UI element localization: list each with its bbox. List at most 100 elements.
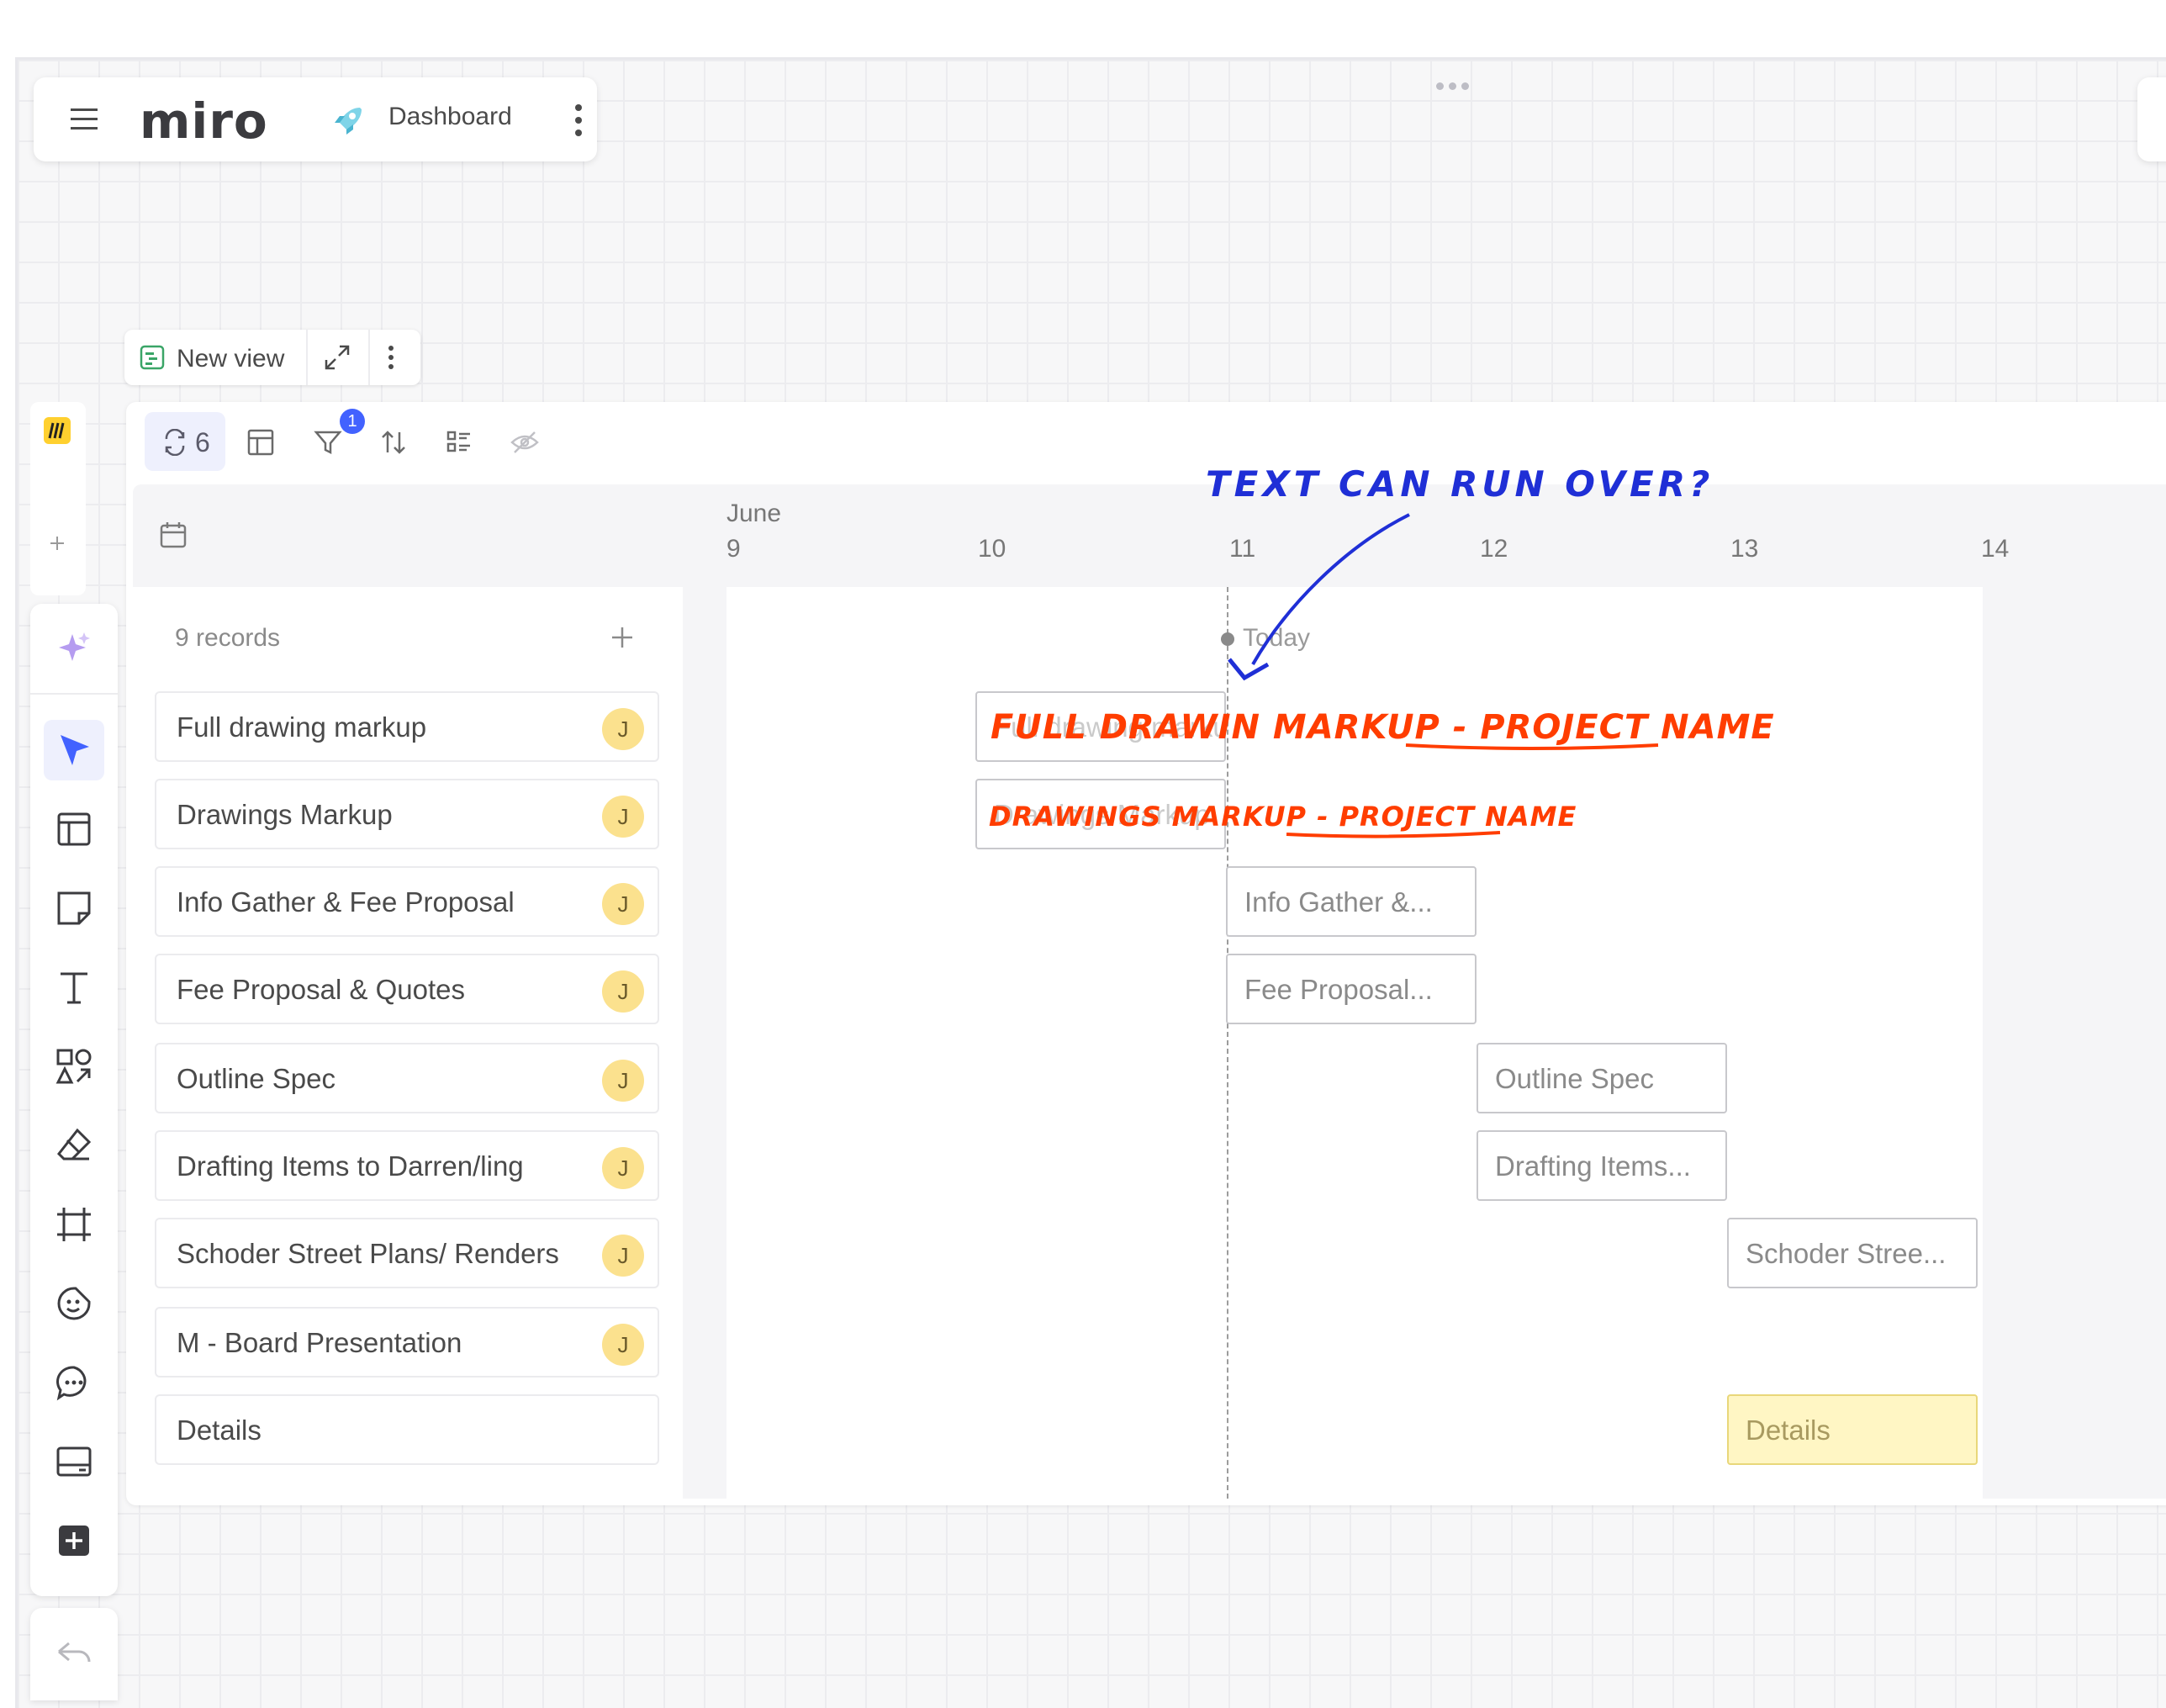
miro-app-icon[interactable]: [42, 415, 72, 446]
bar-label: Schoder Stree...: [1746, 1238, 1947, 1269]
comment-tool[interactable]: [44, 1352, 104, 1413]
board-title[interactable]: Dashboard: [388, 103, 512, 131]
add-record-icon[interactable]: [607, 622, 637, 653]
timeline-bar[interactable]: Details: [1727, 1394, 1978, 1465]
table-tool[interactable]: [44, 799, 104, 859]
avatar[interactable]: J: [602, 1235, 644, 1277]
mini-sidebar: [30, 402, 86, 595]
record-title: Drafting Items to Darren/ling: [177, 1150, 524, 1182]
eraser-icon: [56, 1128, 92, 1161]
view-menu-icon[interactable]: [385, 343, 397, 372]
timeline-bar[interactable]: Schoder Stree...: [1727, 1218, 1978, 1288]
timeline-bar[interactable]: Full drawing markup: [975, 691, 1226, 762]
timeline-bar[interactable]: Info Gather &...: [1226, 866, 1477, 937]
menu-icon[interactable]: [69, 104, 99, 135]
record-row[interactable]: Drawings Markup J: [155, 779, 659, 849]
record-row[interactable]: Info Gather & Fee Proposal J: [155, 866, 659, 937]
avatar[interactable]: J: [602, 883, 644, 925]
timeline-bar[interactable]: Fee Proposal...: [1226, 954, 1477, 1024]
divider: [368, 330, 370, 385]
day-label: 14: [1981, 535, 2010, 563]
timeline-bar[interactable]: Outline Spec: [1477, 1043, 1727, 1113]
today-label: Today: [1243, 624, 1311, 652]
record-row[interactable]: Schoder Street Plans/ Renders J: [155, 1218, 659, 1288]
card-tool[interactable]: [44, 1431, 104, 1492]
card-icon: [56, 1446, 92, 1477]
record-title: Outline Spec: [177, 1063, 335, 1094]
avatar[interactable]: J: [602, 970, 644, 1013]
filter-icon[interactable]: [313, 427, 343, 457]
record-row[interactable]: Outline Spec J: [155, 1043, 659, 1113]
shapes-icon: [55, 1049, 92, 1084]
filter-count-badge: 1: [340, 409, 365, 434]
day-label: 9: [726, 535, 741, 563]
record-title: Schoder Street Plans/ Renders: [177, 1238, 559, 1269]
miro-logo[interactable]: miro: [140, 93, 268, 150]
record-title: M - Board Presentation: [177, 1327, 462, 1358]
record-row[interactable]: Details: [155, 1394, 659, 1465]
comment-icon: [56, 1366, 87, 1401]
plus-square-icon: [59, 1526, 89, 1556]
records-count: 9 records: [175, 624, 281, 652]
timeline-header: [133, 484, 2166, 587]
hide-icon[interactable]: [510, 427, 540, 457]
avatar[interactable]: J: [602, 1060, 644, 1102]
gutter: [683, 587, 726, 1499]
right-top-panel[interactable]: [2137, 77, 2166, 161]
group-by-button[interactable]: 6: [145, 412, 225, 471]
layout-icon[interactable]: [246, 427, 276, 457]
select-tool[interactable]: [44, 720, 104, 780]
undo-icon[interactable]: [54, 1638, 94, 1672]
day-label: 13: [1730, 535, 1759, 563]
timeline-bar[interactable]: Drawings Markup: [975, 779, 1226, 849]
ai-sparkle-tool[interactable]: [44, 619, 104, 679]
sync-icon: [165, 429, 185, 456]
avatar[interactable]: J: [602, 1147, 644, 1189]
timeline-grid[interactable]: [726, 587, 1983, 1499]
record-row[interactable]: M - Board Presentation J: [155, 1307, 659, 1378]
timeline-bar[interactable]: Drafting Items...: [1477, 1130, 1727, 1201]
sticker-tool[interactable]: [44, 1273, 104, 1334]
drag-handle-icon[interactable]: [1436, 79, 1474, 94]
table-icon: [57, 812, 91, 846]
expand-icon[interactable]: [323, 343, 351, 372]
avatar[interactable]: J: [602, 1324, 644, 1366]
timeline-weekend: [1983, 587, 2166, 1499]
bar-label: Drafting Items...: [1495, 1150, 1691, 1182]
avatar[interactable]: J: [602, 796, 644, 838]
text-tool[interactable]: [44, 957, 104, 1018]
left-toolbar: [30, 604, 118, 1596]
fields-icon[interactable]: [444, 427, 474, 457]
bar-label: Full drawing markup: [994, 711, 1226, 743]
record-title: Details: [177, 1415, 262, 1446]
record-row[interactable]: Full drawing markup J: [155, 691, 659, 762]
record-row[interactable]: Drafting Items to Darren/ling J: [155, 1130, 659, 1201]
sticky-note-tool[interactable]: [44, 878, 104, 939]
today-line: [1227, 587, 1228, 1499]
calendar-icon[interactable]: [158, 520, 188, 550]
shapes-tool[interactable]: [44, 1036, 104, 1097]
view-name[interactable]: New view: [177, 345, 284, 373]
bar-label: Fee Proposal...: [1244, 974, 1433, 1005]
timeline-view-icon: [140, 345, 165, 370]
day-label: 11: [1229, 535, 1256, 563]
avatar[interactable]: J: [602, 708, 644, 750]
bar-label: Details: [1746, 1415, 1831, 1446]
eraser-tool[interactable]: [44, 1115, 104, 1176]
cursor-icon: [61, 735, 89, 765]
day-label: 10: [978, 535, 1006, 563]
top-bar: miro Dashboard: [34, 77, 597, 161]
today-marker: [1221, 632, 1234, 646]
record-row[interactable]: Fee Proposal & Quotes J: [155, 954, 659, 1024]
plus-icon[interactable]: [45, 531, 69, 555]
frame-icon: [57, 1208, 91, 1241]
record-title: Fee Proposal & Quotes: [177, 974, 466, 1005]
sort-icon[interactable]: [378, 427, 409, 457]
bar-label: Info Gather &...: [1244, 886, 1433, 917]
frame-tool[interactable]: [44, 1194, 104, 1255]
board-menu-icon[interactable]: [568, 103, 589, 138]
more-apps-tool[interactable]: [44, 1510, 104, 1571]
divider: [30, 693, 118, 695]
divider: [306, 330, 308, 385]
sticker-icon: [57, 1287, 91, 1320]
